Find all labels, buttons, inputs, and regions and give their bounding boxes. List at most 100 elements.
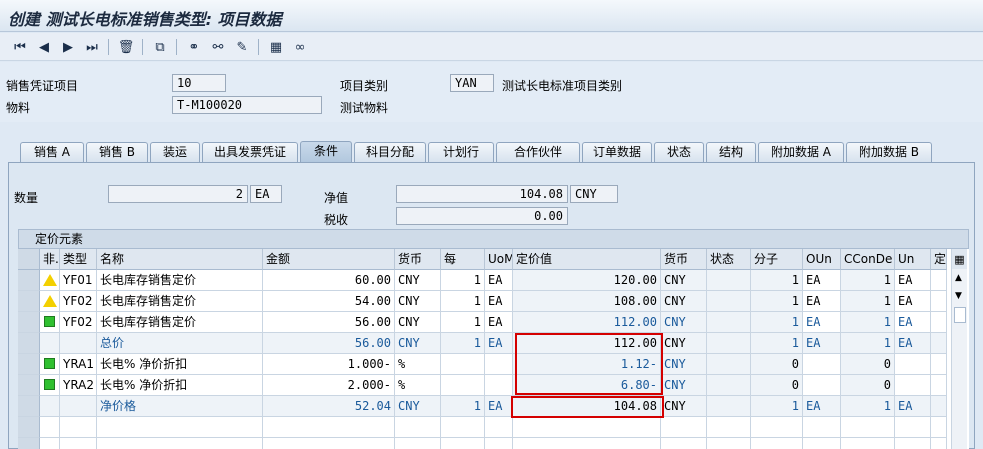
header-currency[interactable]: 货币 (395, 249, 441, 270)
copy-icon[interactable]: ⧉ (150, 37, 170, 57)
row-selector[interactable] (18, 438, 40, 449)
quantity-field[interactable]: 2 (108, 185, 248, 203)
cell-amount[interactable]: 56.00 (263, 333, 395, 354)
cell-st[interactable] (707, 354, 751, 375)
row-selector[interactable] (18, 375, 40, 396)
cell-amount[interactable]: 52.04 (263, 396, 395, 417)
cell-st[interactable] (707, 291, 751, 312)
scroll-down-icon[interactable]: ▼ (955, 291, 962, 301)
cell-pr[interactable] (931, 396, 947, 417)
cell-num[interactable]: 0 (751, 375, 803, 396)
cell-oun[interactable] (803, 375, 841, 396)
cell-uom[interactable]: EA (485, 291, 513, 312)
cell-ccon[interactable]: 1 (841, 291, 895, 312)
tab-additional-a[interactable]: 附加数据 A (758, 142, 844, 162)
cell-curr[interactable]: CNY (395, 291, 441, 312)
cell-per[interactable]: 1 (441, 291, 485, 312)
tab-account-assignment[interactable]: 科目分配 (354, 142, 426, 162)
cell-vcurr[interactable]: CNY (661, 291, 707, 312)
cell-st[interactable] (707, 396, 751, 417)
cell-uom[interactable]: EA (485, 333, 513, 354)
scroll-up-icon[interactable]: ▲ (955, 273, 962, 283)
cell-ccon[interactable]: 0 (841, 375, 895, 396)
cell-uom[interactable] (485, 354, 513, 375)
cell-un[interactable]: EA (895, 396, 931, 417)
prev-page-icon[interactable]: ◀ (34, 37, 54, 57)
cell-per[interactable]: 1 (441, 270, 485, 291)
cell-uom[interactable]: EA (485, 396, 513, 417)
cell-amount[interactable]: 56.00 (263, 312, 395, 333)
cell-per[interactable]: 1 (441, 396, 485, 417)
cell-ccon[interactable]: 1 (841, 333, 895, 354)
header-uom[interactable]: UoM (485, 249, 513, 270)
header-non[interactable]: 非. (40, 249, 60, 270)
header-name[interactable]: 名称 (97, 249, 263, 270)
cell-name[interactable]: 长电% 净价折扣 (97, 375, 263, 396)
cell-amount[interactable]: 2.000- (263, 375, 395, 396)
tax-field[interactable]: 0.00 (396, 207, 568, 225)
cell-ccon[interactable]: 1 (841, 396, 895, 417)
cell-status[interactable] (40, 354, 60, 375)
cell-type[interactable]: YF02 (60, 312, 97, 333)
cell-oun[interactable] (803, 354, 841, 375)
item-field[interactable]: 10 (172, 74, 226, 92)
partner2-icon[interactable]: ⚯ (208, 37, 228, 57)
tab-conditions[interactable]: 条件 (300, 141, 352, 162)
cell-st[interactable] (707, 375, 751, 396)
cell-oun[interactable]: EA (803, 270, 841, 291)
cell-name[interactable]: 长电% 净价折扣 (97, 354, 263, 375)
cell-type[interactable] (60, 333, 97, 354)
cell-curr[interactable]: % (395, 354, 441, 375)
row-selector[interactable] (18, 333, 40, 354)
cell-name[interactable]: 总价 (97, 333, 263, 354)
cell-num[interactable]: 0 (751, 354, 803, 375)
quantity-unit-field[interactable]: EA (250, 185, 282, 203)
cell-un[interactable] (895, 354, 931, 375)
cell-pr[interactable] (931, 354, 947, 375)
cell-un[interactable]: EA (895, 270, 931, 291)
header-type[interactable]: 类型 (60, 249, 97, 270)
cell-curr[interactable]: CNY (395, 312, 441, 333)
tab-partners[interactable]: 合作伙伴 (496, 142, 580, 162)
cell-per[interactable] (441, 354, 485, 375)
cell-per[interactable] (441, 375, 485, 396)
header-status[interactable]: 状态 (707, 249, 751, 270)
item-category-field[interactable]: YAN (450, 74, 494, 92)
partner-icon[interactable]: ⚭ (184, 37, 204, 57)
header-numerator[interactable]: 分子 (751, 249, 803, 270)
cell-vcurr[interactable]: CNY (661, 333, 707, 354)
cell-pr[interactable] (931, 333, 947, 354)
cell-name[interactable]: 长电库存销售定价 (97, 312, 263, 333)
tab-order-data[interactable]: 订单数据 (582, 142, 652, 162)
cell-per[interactable]: 1 (441, 312, 485, 333)
cell-type[interactable] (60, 396, 97, 417)
tab-status[interactable]: 状态 (654, 142, 704, 162)
vertical-scrollbar[interactable]: ▦ ▲ ▼ (951, 249, 967, 449)
cell-status[interactable] (40, 333, 60, 354)
cell-oun[interactable]: EA (803, 333, 841, 354)
cell-vcurr[interactable]: CNY (661, 270, 707, 291)
cell-vcurr[interactable]: CNY (661, 312, 707, 333)
row-selector[interactable] (18, 312, 40, 333)
cell-num[interactable]: 1 (751, 291, 803, 312)
cell-curr[interactable]: % (395, 375, 441, 396)
tab-sales-a[interactable]: 销售 A (20, 142, 84, 162)
cell-name[interactable]: 长电库存销售定价 (97, 270, 263, 291)
cell-oun[interactable]: EA (803, 312, 841, 333)
cell-pr[interactable] (931, 312, 947, 333)
cell-num[interactable]: 1 (751, 333, 803, 354)
header-un[interactable]: Un (895, 249, 931, 270)
scroll-thumb[interactable] (954, 307, 966, 323)
cell-type[interactable]: YF02 (60, 291, 97, 312)
tab-structure[interactable]: 结构 (706, 142, 756, 162)
cell-un[interactable] (895, 375, 931, 396)
cell-type[interactable]: YF01 (60, 270, 97, 291)
cell-value[interactable]: 108.00 (513, 291, 661, 312)
cell-name[interactable]: 长电库存销售定价 (97, 291, 263, 312)
cell-num[interactable]: 1 (751, 396, 803, 417)
cell-value[interactable]: 6.80- (513, 375, 661, 396)
cell-vcurr[interactable]: CNY (661, 354, 707, 375)
cell-st[interactable] (707, 312, 751, 333)
cell-ccon[interactable]: 0 (841, 354, 895, 375)
cell-num[interactable]: 1 (751, 270, 803, 291)
